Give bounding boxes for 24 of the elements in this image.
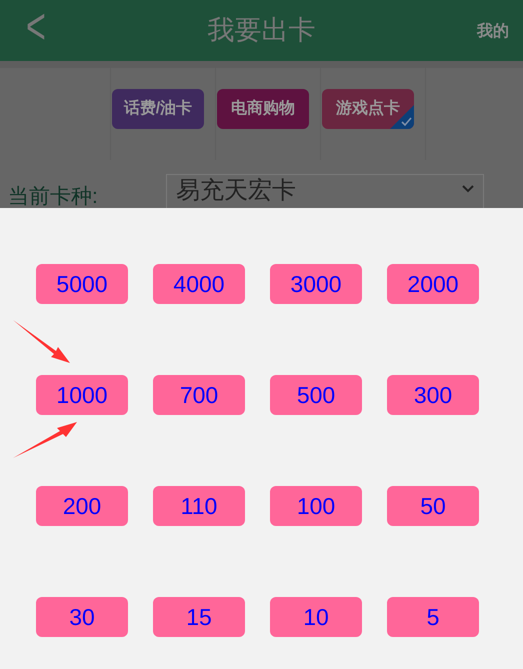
category-tab[interactable]: 话费/油卡 [112, 89, 204, 129]
amount-button[interactable]: 110 [153, 486, 245, 526]
amount-button[interactable]: 100 [270, 486, 362, 526]
amount-button[interactable]: 3000 [270, 264, 362, 304]
category-tab[interactable]: 游戏点卡 [322, 89, 414, 129]
amount-button[interactable]: 5000 [36, 264, 128, 304]
amount-button[interactable]: 5 [387, 597, 479, 637]
back-button[interactable]: < [26, 2, 46, 52]
amount-button[interactable]: 1000 [36, 375, 128, 415]
mine-link[interactable]: 我的 [477, 20, 509, 44]
chevron-down-icon [462, 185, 474, 193]
page-title: 我要出卡 [208, 14, 316, 48]
card-type-label: 当前卡种: [8, 186, 98, 207]
amount-button[interactable]: 500 [270, 375, 362, 415]
amount-button[interactable]: 2000 [387, 264, 479, 304]
amount-button[interactable]: 15 [153, 597, 245, 637]
amount-button[interactable]: 4000 [153, 264, 245, 304]
amount-button[interactable]: 200 [36, 486, 128, 526]
amount-button[interactable]: 50 [387, 486, 479, 526]
amount-button[interactable]: 700 [153, 375, 245, 415]
amount-button[interactable]: 300 [387, 375, 479, 415]
amount-button[interactable]: 30 [36, 597, 128, 637]
category-tab[interactable]: 电商购物 [217, 89, 309, 129]
amount-button[interactable]: 10 [270, 597, 362, 637]
